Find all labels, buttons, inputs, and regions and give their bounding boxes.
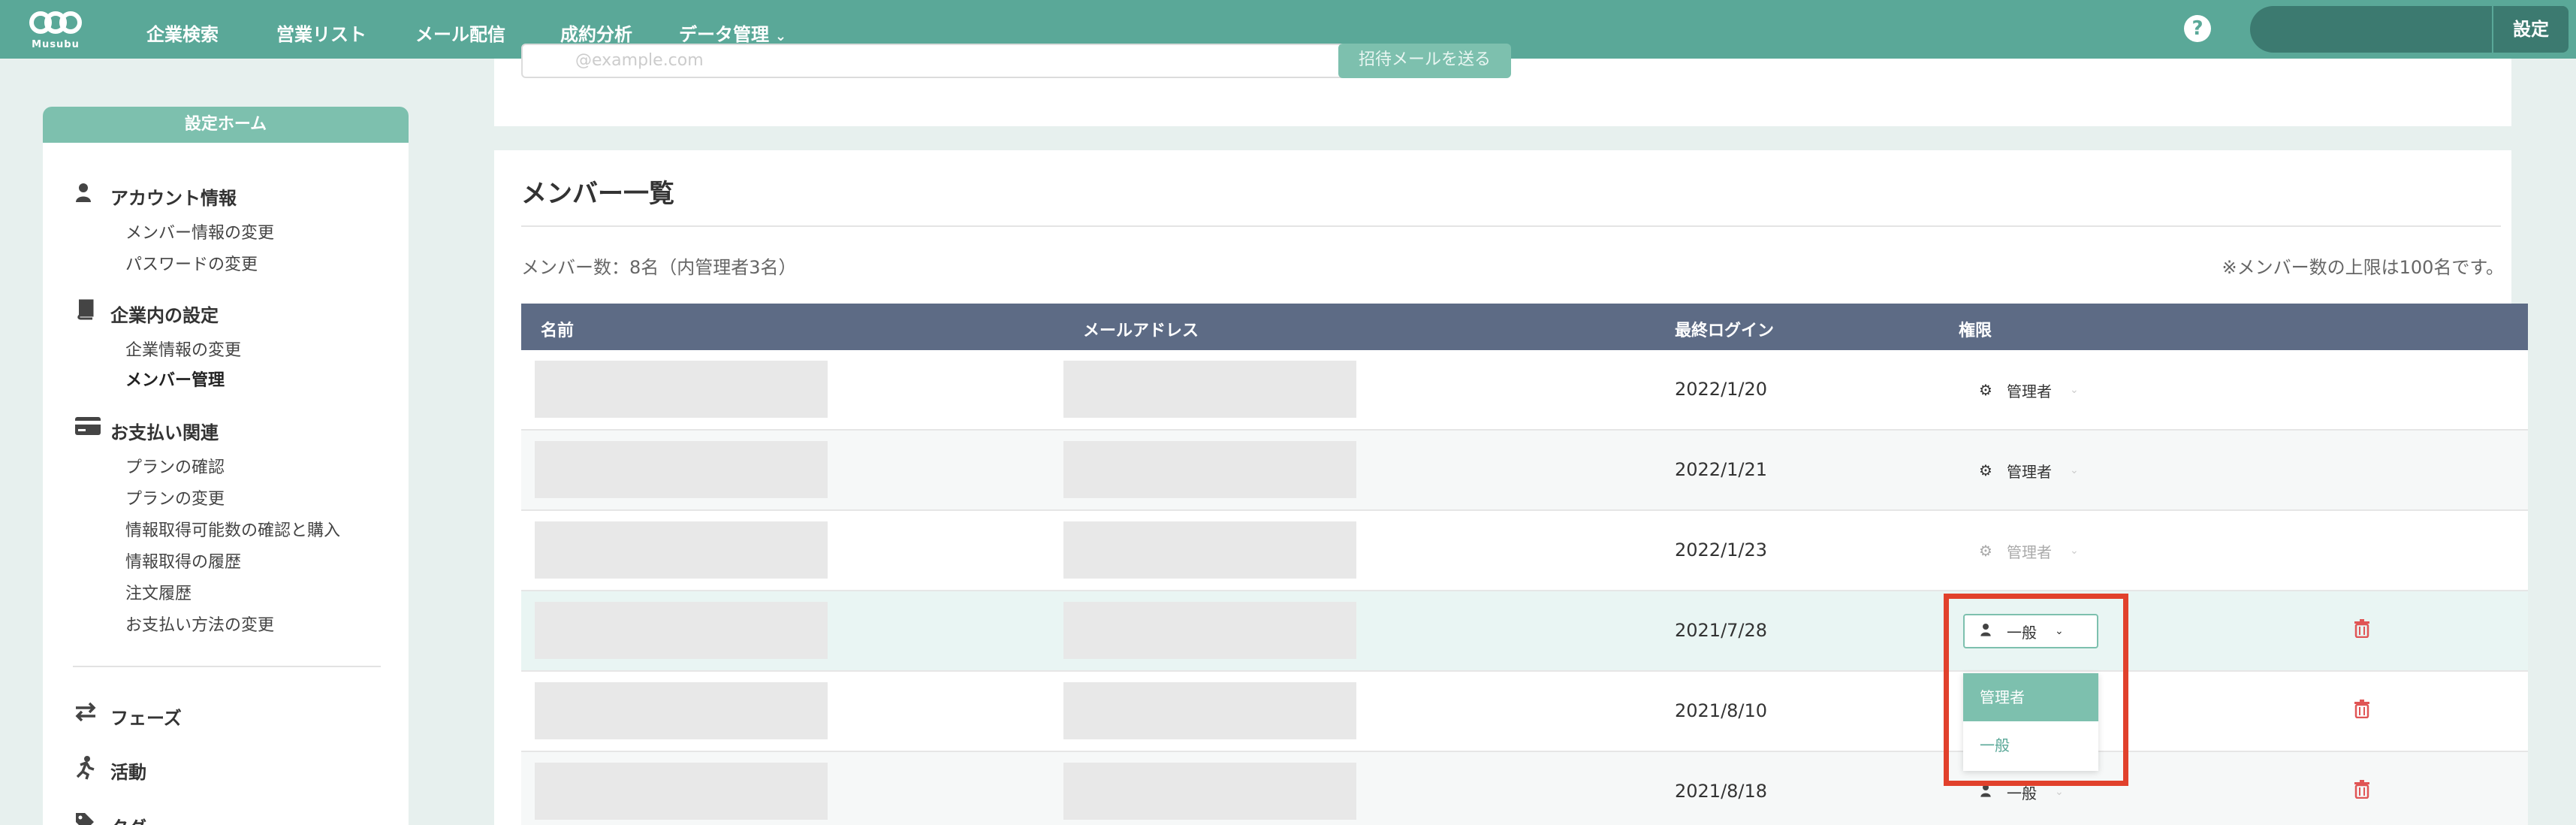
logo-text: Musubu (32, 39, 80, 50)
section-payment: お支払い関連 (110, 422, 219, 443)
gear-icon: ⚙ (1979, 461, 1992, 479)
sidebar-divider (73, 666, 381, 667)
link-quota-purchase[interactable]: 情報取得可能数の確認と購入 (125, 517, 340, 541)
nav-company-search[interactable]: 企業検索 (146, 20, 219, 46)
musubu-logo[interactable]: Musubu (29, 9, 83, 53)
sidebar-header-settings-home[interactable]: 設定ホーム (43, 107, 409, 143)
link-member-info-change[interactable]: メンバー情報の変更 (125, 219, 274, 243)
member-name-redacted (535, 763, 828, 820)
table-row: 2021/8/18 一般 ⌄ (521, 752, 2528, 825)
role-select-disabled: ⚙ 管理者 ⌄ (1963, 533, 2098, 568)
book-icon (74, 299, 97, 322)
tool-activity[interactable]: 活動 (110, 757, 146, 784)
table-row: 2022/1/20 ⚙ 管理者 ⌄ (521, 350, 2528, 431)
exchange-icon (74, 702, 98, 726)
table-row: 2021/7/28 一般 ⌄ (521, 591, 2528, 672)
link-acquisition-history[interactable]: 情報取得の履歴 (125, 548, 241, 573)
page-title: メンバー一覧 (521, 179, 674, 209)
settings-sidebar: 設定ホーム アカウント情報 メンバー情報の変更 パスワードの変更 企業内の設定 … (43, 107, 409, 825)
chevron-down-icon: ⌄ (2070, 464, 2079, 476)
role-label: 管理者 (2007, 542, 2052, 561)
chevron-down-icon: ⌄ (2055, 786, 2064, 798)
invite-email-input[interactable]: @example.com (521, 44, 1353, 78)
table-row: 2021/8/10 (521, 672, 2528, 752)
tool-phase[interactable]: フェーズ (110, 703, 182, 730)
send-invite-button[interactable]: 招待メールを送る (1338, 44, 1511, 78)
member-email-redacted (1063, 763, 1356, 820)
nav-sales-list[interactable]: 営業リスト (276, 20, 366, 46)
last-login: 2021/7/28 (1675, 620, 1768, 641)
role-select[interactable]: ⚙ 管理者 ⌄ (1963, 373, 2098, 407)
trash-icon (2354, 780, 2369, 799)
section-company-settings: 企業内の設定 (110, 305, 219, 326)
trash-icon (2354, 619, 2369, 639)
member-name-redacted (535, 682, 828, 739)
last-login: 2022/1/21 (1675, 459, 1768, 480)
tag-icon (74, 811, 98, 825)
tool-tag[interactable]: タグ (110, 813, 146, 825)
last-login: 2022/1/23 (1675, 539, 1768, 561)
link-payment-method-change[interactable]: お支払い方法の変更 (125, 612, 274, 636)
member-email-redacted (1063, 521, 1356, 579)
link-company-info-change[interactable]: 企業情報の変更 (125, 337, 241, 361)
last-login: 2021/8/10 (1675, 700, 1768, 721)
link-member-management[interactable]: メンバー管理 (125, 367, 225, 391)
member-name-redacted (535, 602, 828, 659)
user-icon (74, 182, 97, 204)
link-plan-change[interactable]: プランの変更 (125, 485, 225, 509)
member-email-redacted (1063, 602, 1356, 659)
member-list-card: メンバー一覧 メンバー数：8名（内管理者3名） ※メンバー数の上限は100名です… (494, 150, 2528, 825)
musubu-logo-mark (29, 11, 82, 34)
settings-button[interactable]: 設定 (2492, 6, 2568, 53)
link-plan-check[interactable]: プランの確認 (125, 454, 225, 478)
link-order-history[interactable]: 注文履歴 (125, 580, 192, 604)
invite-card: @example.com 招待メールを送る (494, 44, 2511, 126)
member-name-redacted (535, 521, 828, 579)
column-name: 名前 (541, 322, 575, 340)
table-row: 2022/1/21 ⚙ 管理者 ⌄ (521, 431, 2528, 511)
member-email-redacted (1063, 682, 1356, 739)
role-label: 管理者 (2007, 462, 2052, 481)
chevron-down-icon: ⌄ (2070, 384, 2079, 396)
table-row: 2022/1/23 ⚙ 管理者 ⌄ (521, 511, 2528, 591)
column-role: 権限 (1959, 322, 1992, 340)
member-email-redacted (1063, 441, 1356, 498)
chevron-down-icon: ⌄ (775, 29, 787, 44)
table-header: 名前 メールアドレス 最終ログイン 権限 (521, 304, 2528, 350)
member-count: メンバー数：8名（内管理者3名） (521, 257, 797, 278)
member-name-redacted (535, 441, 828, 498)
member-name-redacted (535, 361, 828, 418)
nav-deal-analysis[interactable]: 成約分析 (560, 20, 632, 46)
delete-member-button[interactable] (2354, 779, 2373, 802)
title-divider (521, 225, 2501, 227)
nav-data-management-label: データ管理 (679, 24, 769, 45)
gear-icon: ⚙ (1979, 381, 1992, 399)
running-icon (74, 756, 98, 780)
section-account-info: アカウント情報 (110, 188, 237, 209)
help-icon[interactable]: ? (2184, 15, 2211, 42)
column-last-login: 最終ログイン (1675, 322, 1775, 340)
delete-member-button[interactable] (2354, 699, 2373, 721)
nav-mail-delivery[interactable]: メール配信 (415, 20, 505, 46)
nav-data-management[interactable]: データ管理 ⌄ (679, 20, 786, 46)
gear-icon: ⚙ (1979, 542, 1992, 560)
credit-card-icon (74, 416, 101, 439)
chevron-down-icon: ⌄ (2070, 545, 2079, 557)
column-email: メールアドレス (1083, 322, 1199, 340)
role-select[interactable]: ⚙ 管理者 ⌄ (1963, 453, 2098, 488)
highlight-annotation-box (1944, 594, 2128, 786)
trash-icon (2354, 700, 2369, 719)
delete-member-button[interactable] (2354, 618, 2373, 641)
member-limit-note: ※メンバー数の上限は100名です。 (2222, 257, 2504, 278)
role-label: 管理者 (2007, 382, 2052, 400)
last-login: 2021/8/18 (1675, 781, 1768, 802)
member-table: 名前 メールアドレス 最終ログイン 権限 2022/1/20 ⚙ 管理者 ⌄ 2… (521, 304, 2528, 825)
user-account-menu[interactable] (2250, 6, 2492, 53)
member-email-redacted (1063, 361, 1356, 418)
last-login: 2022/1/20 (1675, 379, 1768, 400)
link-password-change[interactable]: パスワードの変更 (125, 251, 258, 275)
